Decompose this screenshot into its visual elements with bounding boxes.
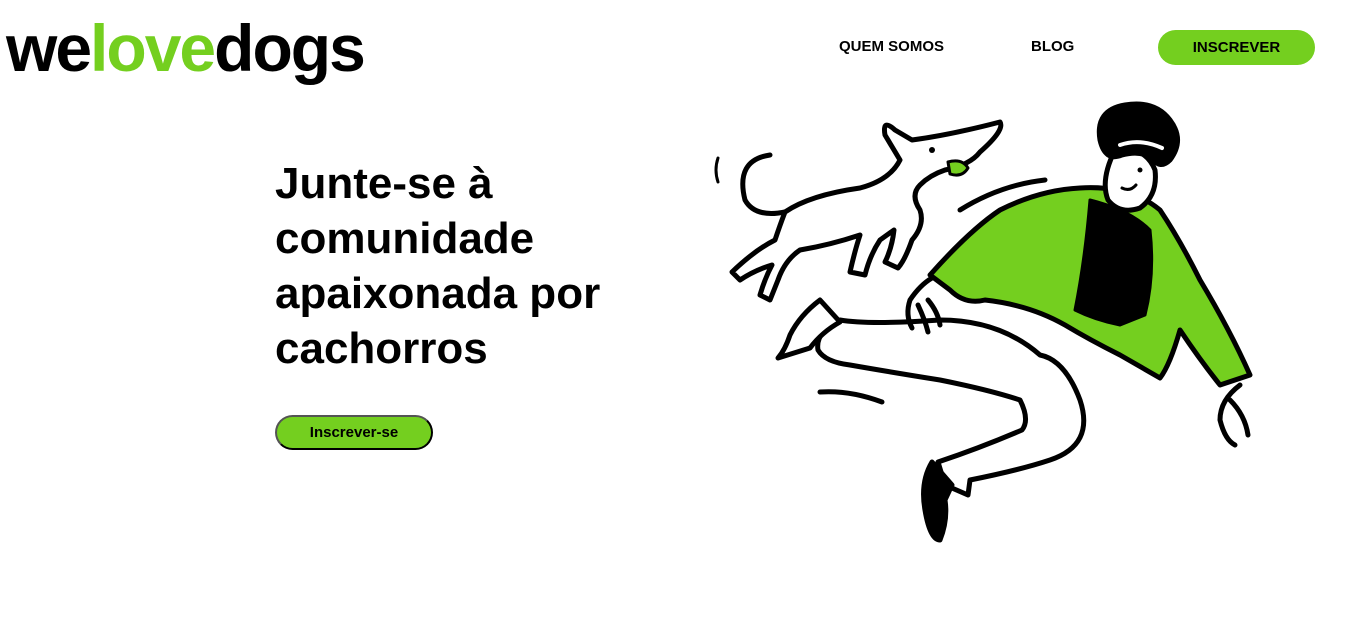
- logo-part-we: we: [6, 11, 92, 85]
- hero-signup-button[interactable]: Inscrever-se: [275, 415, 433, 450]
- nav-link-quem-somos[interactable]: QUEM SOMOS: [839, 38, 944, 55]
- logo-part-dogs: dogs: [214, 11, 366, 85]
- logo-part-love: love: [90, 11, 216, 85]
- site-logo[interactable]: welovedogs: [6, 8, 366, 88]
- nav-link-blog[interactable]: BLOG: [1031, 38, 1074, 55]
- person-running-with-dog-illustration: [714, 101, 1253, 543]
- nav-signup-button[interactable]: INSCREVER: [1158, 30, 1315, 65]
- hero-title: Junte-se à comunidade apaixonada por cac…: [275, 159, 601, 373]
